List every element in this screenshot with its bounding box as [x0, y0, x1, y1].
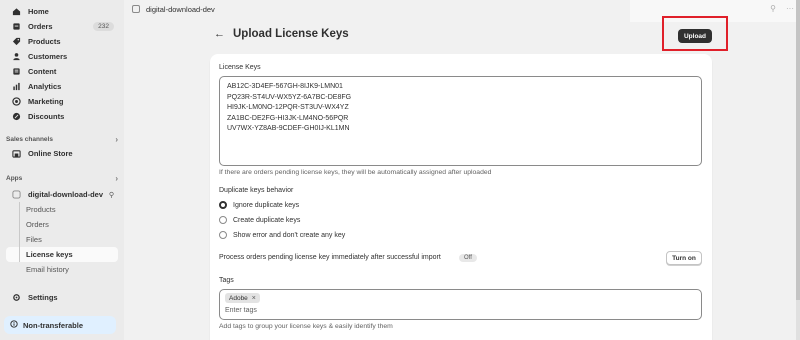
sidebar-item-label: Orders [28, 22, 53, 31]
orders-count-badge: 232 [93, 22, 114, 31]
customers-icon [10, 52, 22, 61]
radio-button[interactable] [219, 201, 227, 209]
apps-label: Apps [6, 174, 23, 182]
sidebar-item-home[interactable]: Home [6, 4, 118, 19]
license-key-line: ZA1BC-DE2FG-HI3JK-LM4NO-56PQR [227, 114, 349, 122]
license-keys-textarea[interactable]: AB12C-3D4EF-567GH-8IJK9-LMN01 PQ23R-ST4UV… [219, 76, 702, 166]
page-header: ← Upload License Keys [214, 28, 349, 40]
chevron-right-icon: › [115, 134, 118, 144]
upload-button[interactable]: Upload [678, 29, 712, 43]
sales-channels-label: Sales channels [6, 135, 53, 143]
sidebar-item-content[interactable]: Content [6, 64, 118, 79]
process-status-badge: Off [459, 254, 477, 262]
sidebar-item-online-store[interactable]: Online Store [6, 146, 118, 161]
sidebar-item-analytics[interactable]: Analytics [6, 79, 118, 94]
duplicate-option-label: Show error and don't create any key [233, 231, 346, 239]
sidebar-item-orders[interactable]: Orders 232 [6, 19, 118, 34]
tag-label: Adobe [229, 294, 248, 302]
duplicate-option[interactable]: Show error and don't create any key [219, 231, 345, 239]
sidebar-item-app[interactable]: digital-download-dev ⚲ [6, 187, 118, 202]
info-icon [10, 320, 18, 330]
page-scrollbar[interactable] [796, 0, 800, 340]
sidebar-item-label: Settings [28, 293, 58, 302]
license-key-line: PQ23R-ST4UV-WX5YZ-6A7BC-DE8FG [227, 93, 352, 101]
sidebar-item-label: Content [28, 67, 57, 76]
home-icon [10, 7, 22, 16]
sidebar-item-label: digital-download-dev [28, 190, 103, 199]
orders-icon [10, 22, 22, 31]
duplicate-keys-label: Duplicate keys behavior [219, 187, 294, 194]
pin-icon[interactable]: ⚲ [109, 191, 114, 199]
sidebar-item-discounts[interactable]: Discounts [6, 109, 118, 124]
store-icon [10, 149, 22, 158]
back-arrow-icon[interactable]: ← [214, 28, 225, 40]
page-title: Upload License Keys [233, 28, 349, 40]
sidebar-item-label: Analytics [28, 82, 62, 91]
tag-chip: Adobe × [225, 293, 260, 303]
app-icon [132, 5, 140, 13]
upload-highlight: Upload [662, 16, 728, 51]
sidebar-item-label: Products [28, 37, 61, 46]
nontransferable-label: Non-transferable [23, 320, 84, 330]
sidebar-subitem-files[interactable]: Files [6, 232, 118, 247]
sidebar-item-label: Marketing [28, 97, 64, 106]
process-orders-label: Process orders pending license key immed… [219, 254, 441, 261]
sidebar: Home Orders 232 Products Customers Content Ana… [0, 0, 124, 340]
remove-tag-icon[interactable]: × [252, 295, 256, 302]
sidebar-item-products[interactable]: Products [6, 34, 118, 49]
sidebar-subitem-orders[interactable]: Orders [6, 217, 118, 232]
radio-button[interactable] [219, 231, 227, 239]
gear-icon [10, 293, 22, 302]
app-icon [10, 190, 22, 199]
sales-channels-header[interactable]: Sales channels › [6, 132, 118, 146]
license-keys-label: License Keys [219, 64, 261, 71]
turn-on-button[interactable]: Turn on [666, 251, 702, 265]
sidebar-item-label: Online Store [28, 149, 73, 158]
duplicate-option-label: Ignore duplicate keys [233, 201, 300, 209]
products-icon [10, 37, 22, 46]
radio-button[interactable] [219, 216, 227, 224]
sidebar-subitem-email-history[interactable]: Email history [6, 262, 118, 277]
sidebar-item-marketing[interactable]: Marketing [6, 94, 118, 109]
tags-input[interactable]: Enter tags [225, 307, 257, 314]
upload-form-card: License Keys AB12C-3D4EF-567GH-8IJK9-LMN… [210, 54, 712, 340]
license-key-line: AB12C-3D4EF-567GH-8IJK9-LMN01 [227, 83, 343, 90]
sidebar-subitem-license-keys[interactable]: License keys [6, 247, 118, 262]
apps-header[interactable]: Apps › [6, 171, 118, 185]
analytics-icon [10, 82, 22, 91]
sidebar-item-customers[interactable]: Customers [6, 49, 118, 64]
duplicate-option-label: Create duplicate keys [233, 216, 301, 224]
scrollbar-thumb[interactable] [796, 0, 800, 300]
duplicate-option[interactable]: Ignore duplicate keys [219, 201, 299, 209]
app-title: digital-download-dev [146, 4, 215, 14]
sidebar-nav: Home Orders 232 Products Customers Content Ana… [6, 4, 118, 124]
sidebar-item-label: Discounts [28, 112, 65, 121]
marketing-icon [10, 97, 22, 106]
sidebar-item-settings[interactable]: Settings [6, 290, 118, 305]
tags-help: Add tags to group your license keys & ea… [219, 323, 393, 330]
content-icon [10, 67, 22, 76]
license-key-line: UV7WX-YZ8AB-9CDEF-GH0IJ-KL1MN [227, 125, 350, 132]
sidebar-item-label: Home [28, 7, 49, 16]
tags-field[interactable]: Adobe × Enter tags [219, 289, 702, 320]
license-keys-help: If there are orders pending license keys… [219, 169, 492, 176]
discounts-icon [10, 112, 22, 121]
license-key-line: HI9JK-LM0NO-12PQR-ST3UV-WX4YZ [227, 104, 349, 111]
tags-label: Tags [219, 277, 234, 284]
app-subnav: Products Orders Files License keys Email his… [6, 202, 118, 277]
chevron-right-icon: › [115, 173, 118, 183]
duplicate-option[interactable]: Create duplicate keys [219, 216, 300, 224]
subnav-line [19, 202, 20, 262]
sidebar-subitem-products[interactable]: Products [6, 202, 118, 217]
nontransferable-banner[interactable]: Non-transferable [4, 316, 116, 334]
sidebar-item-label: Customers [28, 52, 68, 61]
license-keys-list: AB12C-3D4EF-567GH-8IJK9-LMN01 PQ23R-ST4UV… [227, 82, 694, 135]
